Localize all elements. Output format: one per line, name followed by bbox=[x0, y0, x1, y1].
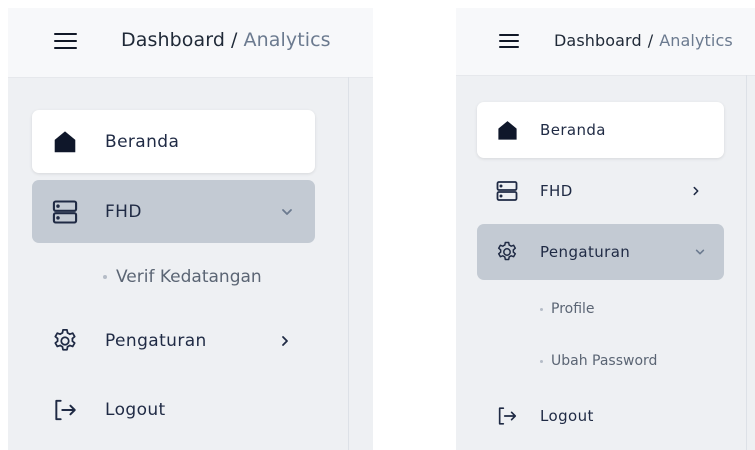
gear-icon bbox=[50, 326, 80, 356]
submenu-item-profile[interactable]: Profile bbox=[540, 301, 595, 317]
sidebar-item-pengaturan[interactable]: Pengaturan bbox=[477, 224, 724, 280]
bullet-dot bbox=[540, 359, 543, 363]
breadcrumb-parent[interactable]: Dashboard bbox=[554, 31, 642, 50]
submenu-item-label: Profile bbox=[551, 301, 595, 317]
home-icon bbox=[494, 117, 520, 143]
server-icon bbox=[50, 197, 80, 227]
sidebar-item-label: Logout bbox=[105, 399, 166, 420]
submenu-item-label: Verif Kedatangan bbox=[116, 267, 262, 287]
chevron-right-icon bbox=[278, 334, 292, 348]
topbar: Dashboard / Analytics bbox=[8, 8, 373, 78]
breadcrumb-separator: / bbox=[647, 31, 654, 50]
sidebar-panel-right: Dashboard / Analytics Beranda FHD Pengat… bbox=[456, 8, 755, 450]
logout-icon bbox=[494, 403, 520, 429]
server-icon bbox=[494, 178, 520, 204]
sidebar-item-logout[interactable]: Logout bbox=[477, 388, 724, 444]
sidebar-item-beranda[interactable]: Beranda bbox=[477, 102, 724, 158]
menu-icon[interactable] bbox=[499, 34, 519, 48]
content-divider bbox=[746, 75, 747, 450]
sidebar-item-label: FHD bbox=[105, 201, 142, 222]
chevron-right-icon bbox=[690, 185, 702, 197]
sidebar-item-label: Pengaturan bbox=[105, 330, 207, 351]
content-divider bbox=[348, 77, 349, 450]
breadcrumb-parent[interactable]: Dashboard bbox=[121, 29, 225, 51]
submenu-item-verif-kedatangan[interactable]: Verif Kedatangan bbox=[103, 267, 262, 287]
sidebar-item-label: Beranda bbox=[540, 121, 606, 139]
sidebar-item-label: Pengaturan bbox=[540, 243, 631, 261]
breadcrumb-current: Analytics bbox=[659, 31, 733, 50]
sidebar-item-label: Beranda bbox=[105, 131, 180, 152]
sidebar-item-label: FHD bbox=[540, 182, 573, 200]
sidebar-panel-left: Dashboard / Analytics Beranda FHD Verif Ke… bbox=[8, 8, 373, 450]
sidebar-item-beranda[interactable]: Beranda bbox=[32, 110, 315, 173]
breadcrumb: Dashboard / Analytics bbox=[554, 31, 733, 50]
breadcrumb-current: Analytics bbox=[243, 29, 331, 51]
sidebar-item-label: Logout bbox=[540, 407, 594, 425]
home-icon bbox=[50, 127, 80, 157]
chevron-down-icon bbox=[694, 246, 706, 258]
breadcrumb: Dashboard / Analytics bbox=[121, 29, 331, 51]
sidebar-item-fhd[interactable]: FHD bbox=[32, 180, 315, 243]
bullet-dot bbox=[540, 307, 543, 311]
gear-icon bbox=[494, 239, 520, 265]
sidebar-item-pengaturan[interactable]: Pengaturan bbox=[32, 309, 315, 372]
logout-icon bbox=[50, 395, 80, 425]
submenu-item-ubah-password[interactable]: Ubah Password bbox=[540, 353, 657, 369]
chevron-down-icon bbox=[280, 205, 294, 219]
menu-icon[interactable] bbox=[54, 33, 77, 49]
bullet-dot bbox=[103, 275, 107, 279]
submenu-item-label: Ubah Password bbox=[551, 353, 658, 369]
sidebar-item-fhd[interactable]: FHD bbox=[477, 163, 724, 219]
breadcrumb-separator: / bbox=[230, 29, 238, 51]
topbar: Dashboard / Analytics bbox=[456, 8, 755, 76]
sidebar-item-logout[interactable]: Logout bbox=[32, 378, 315, 441]
